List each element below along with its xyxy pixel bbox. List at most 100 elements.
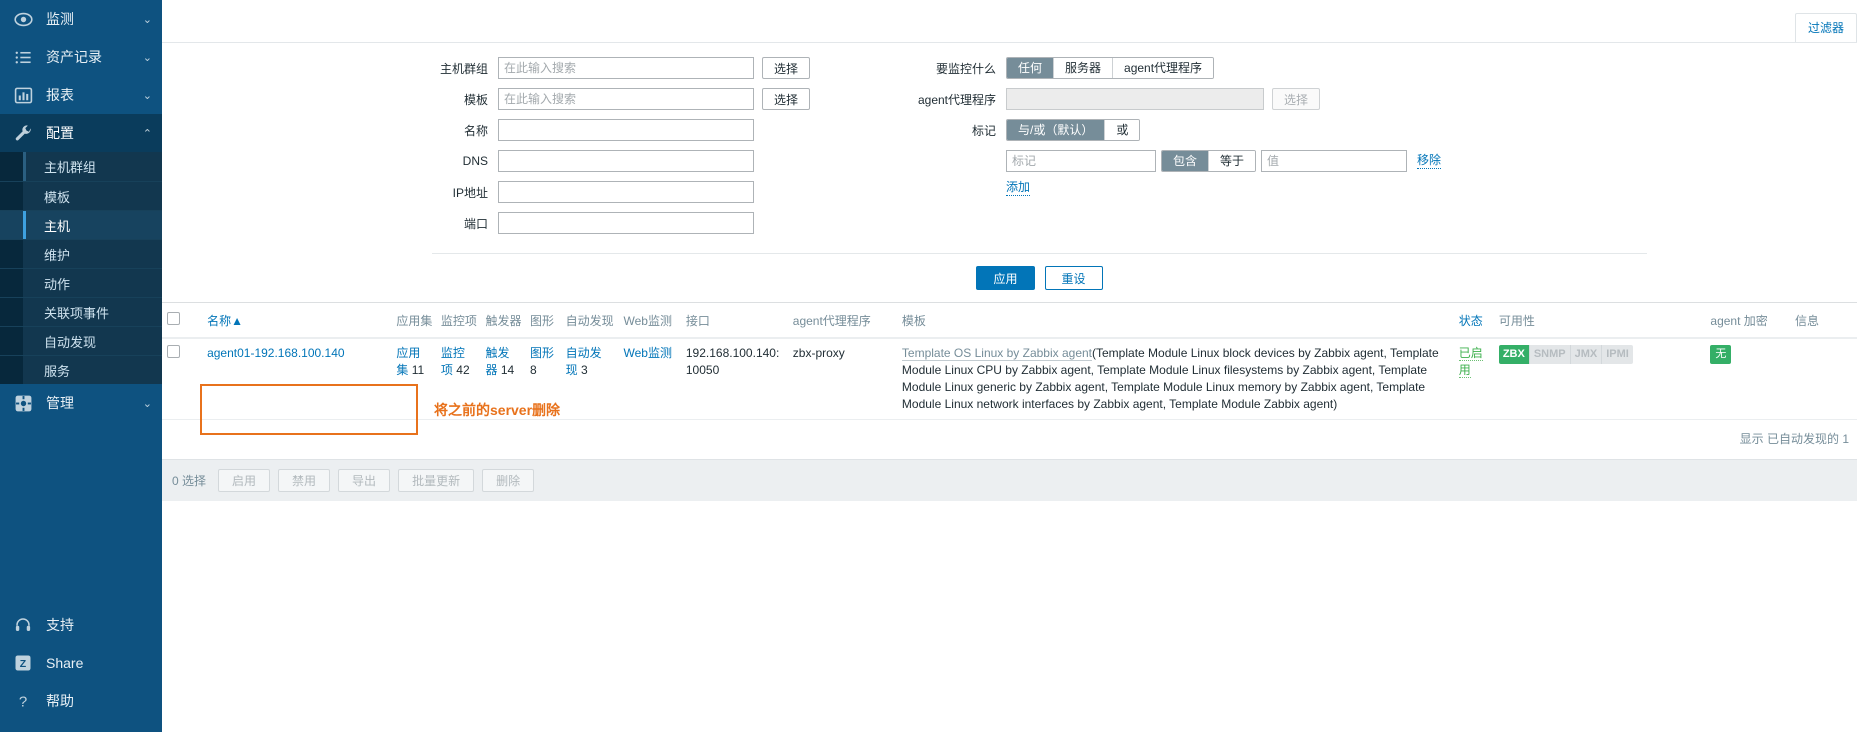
chevron-down-icon: ⌄ bbox=[142, 13, 152, 26]
dns-input[interactable] bbox=[498, 150, 754, 172]
sidebar-item-administration[interactable]: 管理 ⌄ bbox=[0, 384, 162, 422]
host-group-select-button[interactable]: 选择 bbox=[762, 57, 810, 79]
sidebar-item-inventory[interactable]: 资产记录 ⌄ bbox=[0, 38, 162, 76]
tag-operator-option-contains[interactable]: 包含 bbox=[1162, 151, 1209, 171]
footer-action-bar: 0 选择 启用 禁用 导出 批量更新 删除 bbox=[162, 459, 1857, 501]
hosts-table: 名称▲ 应用集 监控项 触发器 图形 自动发现 Web监测 接口 agent代理… bbox=[162, 303, 1857, 420]
name-input[interactable] bbox=[498, 119, 754, 141]
list-icon bbox=[12, 46, 34, 68]
header-name[interactable]: 名称▲ bbox=[202, 303, 392, 339]
port-input[interactable] bbox=[498, 212, 754, 234]
row-checkbox[interactable] bbox=[167, 345, 180, 358]
sidebar-item-actions[interactable]: 动作 bbox=[0, 268, 162, 297]
sidebar-item-label: 监测 bbox=[46, 11, 74, 27]
delete-button[interactable]: 删除 bbox=[482, 469, 535, 492]
disable-button[interactable]: 禁用 bbox=[278, 469, 331, 492]
tags-evaltype-radio-group[interactable]: 与/或（默认） 或 bbox=[1006, 119, 1141, 141]
header-name-label: 名称 bbox=[207, 314, 232, 328]
tab-filter[interactable]: 过滤器 bbox=[1794, 13, 1857, 42]
tag-name-input[interactable] bbox=[1006, 150, 1156, 172]
filter-row-port: 端口 bbox=[168, 212, 828, 234]
sidebar-item-maintenance[interactable]: 维护 bbox=[0, 239, 162, 268]
availability-ipmi[interactable]: IPMI bbox=[1601, 345, 1633, 364]
sidebar-item-templates[interactable]: 模板 bbox=[0, 181, 162, 210]
monitored-by-option-proxy[interactable]: agent代理程序 bbox=[1112, 58, 1214, 78]
web-link[interactable]: Web监测 bbox=[624, 346, 672, 360]
sidebar-item-support[interactable]: 支持 bbox=[0, 606, 162, 644]
filter-row-tags-evaltype: 标记 与/或（默认） 或 bbox=[828, 119, 1851, 141]
header-select-all[interactable] bbox=[162, 303, 203, 339]
sidebar-subitem-label: 模板 bbox=[44, 189, 71, 205]
row-proxy-cell: zbx-proxy bbox=[787, 338, 897, 420]
enable-button[interactable]: 启用 bbox=[218, 469, 271, 492]
filter-label-port: 端口 bbox=[463, 216, 488, 231]
chevron-up-icon: ⌃ bbox=[142, 127, 152, 140]
sidebar-subitem-label: 关联项事件 bbox=[44, 305, 110, 321]
tags-evaltype-option-andor[interactable]: 与/或（默认） bbox=[1007, 120, 1105, 140]
showing-count-text: 显示 已自动发现的 1 bbox=[1739, 432, 1849, 446]
hosts-list: 名称▲ 应用集 监控项 触发器 图形 自动发现 Web监测 接口 agent代理… bbox=[162, 303, 1857, 459]
sidebar-item-reports[interactable]: 报表 ⌄ bbox=[0, 76, 162, 114]
sidebar-nav-top: 监测 ⌄ 资产记录 ⌄ 报表 ⌄ 配置 ⌃ 主机群组 模板 主机 维护 动作 关… bbox=[0, 0, 162, 422]
header-status[interactable]: 状态 bbox=[1453, 303, 1494, 339]
mass-update-button[interactable]: 批量更新 bbox=[398, 469, 475, 492]
proxy-input[interactable] bbox=[1006, 88, 1264, 110]
sidebar-item-hosts[interactable]: 主机 bbox=[0, 210, 162, 239]
reset-button[interactable]: 重设 bbox=[1044, 266, 1103, 290]
tag-operator-option-equals[interactable]: 等于 bbox=[1208, 151, 1256, 171]
tag-value-input[interactable] bbox=[1261, 150, 1408, 172]
availability-snmp[interactable]: SNMP bbox=[1528, 345, 1570, 364]
status-badge[interactable]: 已启用 bbox=[1458, 346, 1483, 378]
host-name-link[interactable]: agent01-192.168.100.140 bbox=[207, 346, 344, 360]
row-name-cell: agent01-192.168.100.140 bbox=[202, 338, 392, 420]
row-status-cell: 已启用 bbox=[1453, 338, 1494, 420]
tag-operator-radio-group[interactable]: 包含 等于 bbox=[1161, 150, 1257, 172]
sidebar-item-services[interactable]: 服务 bbox=[0, 355, 162, 384]
wrench-icon bbox=[12, 122, 34, 144]
monitored-by-radio-group[interactable]: 任何 服务器 agent代理程序 bbox=[1006, 57, 1215, 79]
graphs-link[interactable]: 图形 bbox=[530, 346, 554, 360]
chart-bar-icon bbox=[12, 84, 34, 106]
sidebar-item-discovery[interactable]: 自动发现 bbox=[0, 326, 162, 355]
filter-tab-strip: 过滤器 bbox=[1794, 0, 1857, 42]
proxy-select-button[interactable]: 选择 bbox=[1272, 88, 1320, 110]
sidebar-item-event-correlation[interactable]: 关联项事件 bbox=[0, 297, 162, 326]
tag-operator-wrap: 包含 等于 bbox=[1161, 150, 1257, 172]
filter-column-right: 要监控什么 任何 服务器 agent代理程序 agent代理程序 选择 标记 与… bbox=[828, 57, 1851, 243]
filter-row-proxy: agent代理程序 选择 bbox=[828, 88, 1851, 110]
row-web-cell: Web监测 bbox=[618, 338, 681, 420]
export-button[interactable]: 导出 bbox=[338, 469, 391, 492]
sidebar-item-help[interactable]: ? 帮助 bbox=[0, 682, 162, 720]
sidebar-item-share[interactable]: Z Share bbox=[0, 644, 162, 682]
tag-remove-link[interactable]: 移除 bbox=[1417, 153, 1442, 169]
ip-address-input[interactable] bbox=[498, 181, 754, 203]
filter-action-buttons: 应用 重设 bbox=[432, 253, 1647, 302]
sidebar-item-monitoring[interactable]: 监测 ⌄ bbox=[0, 0, 162, 38]
template-select-button[interactable]: 选择 bbox=[762, 88, 810, 110]
filter-row-template: 模板 选择 bbox=[168, 88, 828, 110]
row-triggers-cell: 触发器 14 bbox=[480, 338, 525, 420]
filter-columns: 主机群组 选择 模板 选择 名称 DNS bbox=[162, 57, 1857, 243]
tag-add-link[interactable]: 添加 bbox=[1006, 180, 1031, 196]
availability-zbx[interactable]: ZBX bbox=[1498, 345, 1529, 364]
filter-label-proxy: agent代理程序 bbox=[917, 92, 996, 107]
row-checkbox-cell[interactable] bbox=[162, 338, 203, 420]
apply-button[interactable]: 应用 bbox=[976, 266, 1035, 290]
monitored-by-option-any[interactable]: 任何 bbox=[1007, 58, 1054, 78]
template-link-parent[interactable]: Template OS Linux by Zabbix agent bbox=[901, 346, 1093, 361]
monitored-by-option-server[interactable]: 服务器 bbox=[1053, 58, 1113, 78]
sidebar-item-label: 报表 bbox=[46, 87, 74, 103]
sidebar-item-configuration[interactable]: 配置 ⌃ bbox=[0, 114, 162, 152]
app-root: 监测 ⌄ 资产记录 ⌄ 报表 ⌄ 配置 ⌃ 主机群组 模板 主机 维护 动作 关… bbox=[0, 0, 1857, 732]
tags-evaltype-option-or[interactable]: 或 bbox=[1104, 120, 1140, 140]
host-group-input[interactable] bbox=[498, 57, 754, 79]
availability-jmx[interactable]: JMX bbox=[1569, 345, 1602, 364]
main-content: 过滤器 主机群组 选择 模板 选择 名称 bbox=[162, 0, 1857, 732]
chevron-down-icon: ⌄ bbox=[142, 397, 152, 410]
discovery-count: 3 bbox=[580, 363, 588, 377]
items-count: 42 bbox=[456, 363, 470, 377]
template-input[interactable] bbox=[498, 88, 754, 110]
sidebar-item-host-groups[interactable]: 主机群组 bbox=[0, 152, 162, 181]
select-all-checkbox[interactable] bbox=[167, 312, 180, 325]
header-interface: 接口 bbox=[680, 303, 788, 339]
